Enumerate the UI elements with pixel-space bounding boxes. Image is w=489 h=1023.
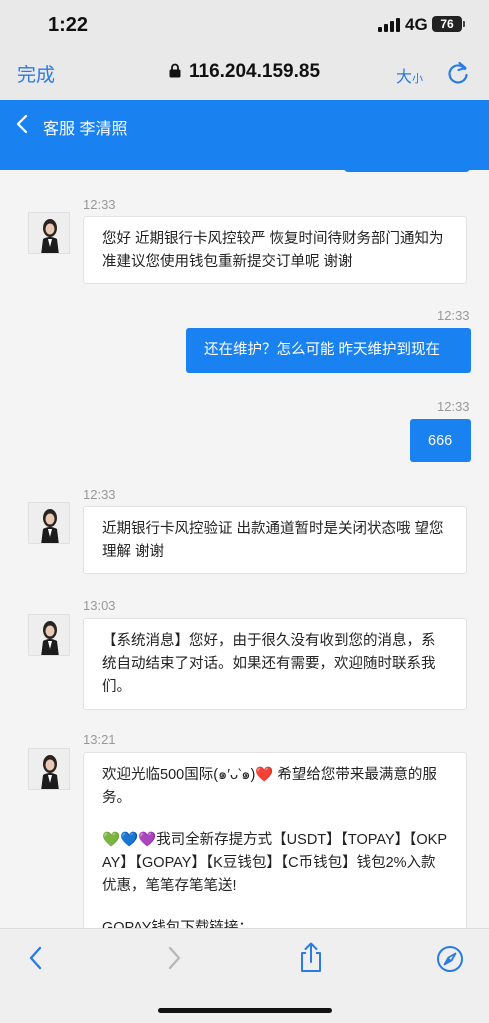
network-type: 4G: [405, 15, 428, 34]
person-icon: [29, 749, 69, 789]
purple-heart-emoji: 💜: [138, 832, 157, 848]
url-text: 116.204.159.85: [188, 61, 321, 82]
agent-avatar: [28, 212, 70, 254]
compass-icon[interactable]: [436, 945, 464, 973]
signal-icon: [378, 18, 400, 32]
message-time: 12:33: [437, 399, 470, 414]
agent-message-bubble: 近期银行卡风控验证 出款通道暂时是关闭状态哦 望您理解 谢谢: [83, 506, 467, 574]
welcome-line: 欢迎光临500国际(๑′ᴗ‵๑)❤️ 希望给您带来最满意的服务。: [102, 764, 448, 810]
green-heart-emoji: 💚: [102, 832, 121, 848]
message-time: 12:33: [83, 487, 116, 502]
methods-line: 💚💙💜我司全新存提方式【USDT】【TOPAY】【OKPAY】【GOPAY】【K…: [102, 829, 448, 898]
person-icon: [29, 503, 69, 543]
message-text: 您好 近期银行卡风控较严 恢复时间待财务部门通知为准建议您使用钱包重新提交订单呢…: [102, 231, 444, 270]
status-time: 1:22: [48, 14, 89, 36]
agent-message-bubble: 欢迎光临500国际(๑′ᴗ‵๑)❤️ 希望给您带来最满意的服务。 💚💙💜我司全新…: [83, 752, 467, 928]
message-time: 13:03: [83, 598, 116, 613]
agent-avatar: [28, 748, 70, 790]
message-text: 【系统消息】您好，由于很久没有收到您的消息，系统自动结束了对话。如果还有需要，欢…: [102, 633, 436, 695]
user-message-bubble: 还在维护？怎么可能 昨天维护到现在: [186, 328, 471, 373]
message-time: 13:21: [83, 732, 116, 747]
status-bar: 1:22 4G 76: [0, 0, 489, 48]
chevron-right-icon[interactable]: [166, 943, 184, 973]
agent-message-bubble: 【系统消息】您好，由于很久没有收到您的消息，系统自动结束了对话。如果还有需要，欢…: [83, 618, 467, 710]
welcome-text: 欢迎光临500国际(๑′ᴗ‵๑): [102, 767, 256, 783]
message-time: 12:33: [83, 197, 116, 212]
home-indicator: [158, 1008, 332, 1013]
chat-title: 客服 李清照: [43, 121, 128, 138]
browser-nav-bar: 完成 116.204.159.85 大小: [0, 48, 489, 100]
user-message-bubble: 666: [410, 419, 471, 462]
reload-icon[interactable]: [446, 60, 470, 86]
message-text: 还在维护？怎么可能 昨天维护到现在: [204, 342, 441, 358]
download-link-label: GOPAY钱包下载链接：: [102, 920, 253, 928]
text-size-small: 小: [412, 73, 424, 85]
agent-avatar: [28, 614, 70, 656]
person-icon: [29, 213, 69, 253]
text-size-big: 大: [396, 69, 413, 86]
battery-icon: 76: [432, 16, 462, 32]
message-text: 近期银行卡风控验证 出款通道暂时是关闭状态哦 望您理解 谢谢: [102, 521, 444, 560]
share-icon[interactable]: [298, 941, 324, 973]
agent-avatar: [28, 502, 70, 544]
battery-tip: [463, 21, 465, 27]
text-size-button[interactable]: 大小: [396, 63, 423, 87]
message-time: 12:33: [437, 308, 470, 323]
chat-message-list[interactable]: 12:33 您好 近期银行卡风控较严 恢复时间待财务部门通知为准建议您使用钱包重…: [0, 170, 489, 928]
message-text: 666: [428, 433, 453, 449]
person-icon: [29, 615, 69, 655]
chat-header: 客服 李清照: [0, 100, 489, 172]
agent-message-bubble: 您好 近期银行卡风控较严 恢复时间待财务部门通知为准建议您使用钱包重新提交订单呢…: [83, 216, 467, 284]
heart-emoji: ❤️: [255, 767, 274, 783]
blue-heart-emoji: 💙: [120, 832, 139, 848]
lock-icon: [169, 63, 181, 78]
chevron-left-icon[interactable]: [26, 943, 44, 973]
chevron-left-icon[interactable]: [16, 114, 28, 134]
